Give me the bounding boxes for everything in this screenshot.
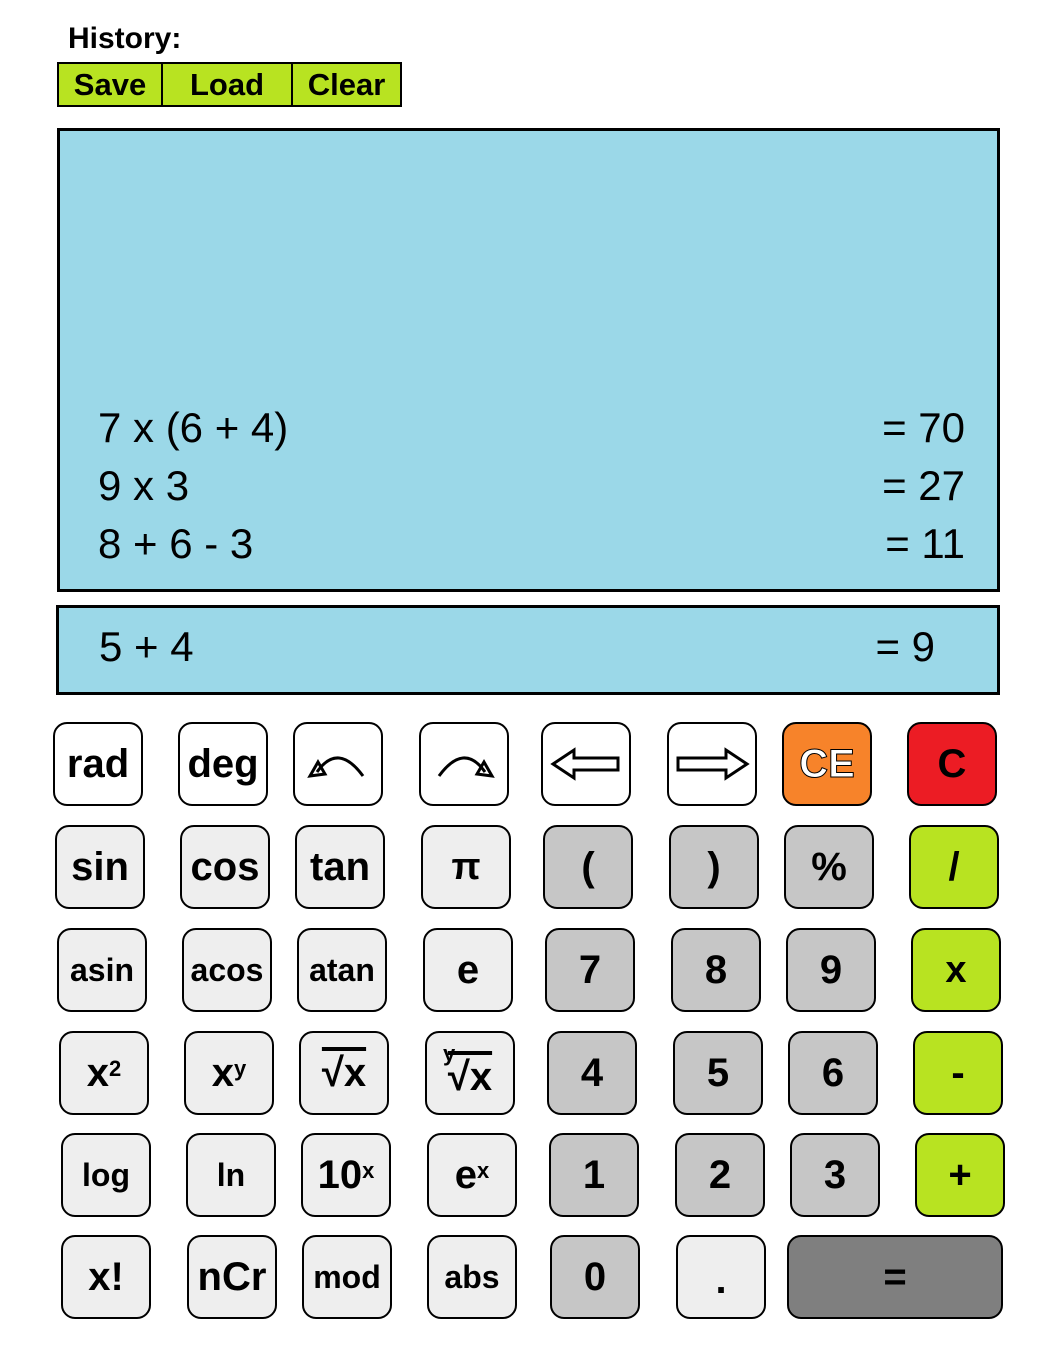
rad-button[interactable]: rad xyxy=(53,722,143,806)
e-button[interactable]: e xyxy=(423,928,513,1012)
log-button[interactable]: log xyxy=(61,1133,151,1217)
digit-5-button[interactable]: 5 xyxy=(673,1031,763,1115)
history-entry: 7 x (6 + 4) = 70 xyxy=(98,403,965,453)
current-display: 5 + 4 = 9 xyxy=(56,605,1000,695)
digit-9-button[interactable]: 9 xyxy=(786,928,876,1012)
root-index: y xyxy=(443,1041,456,1066)
redo-arrow-icon xyxy=(437,756,495,778)
digit-8-button[interactable]: 8 xyxy=(671,928,761,1012)
exp-base: e xyxy=(454,1152,477,1197)
history-display: 7 x (6 + 4) = 70 9 x 3 = 27 8 + 6 - 3 = … xyxy=(57,128,1000,592)
undo-button[interactable] xyxy=(293,722,383,806)
square-base: x xyxy=(86,1050,109,1095)
digit-0-button[interactable]: 0 xyxy=(550,1235,640,1319)
sqrt-label: √x xyxy=(321,1050,367,1095)
clear-entry-button[interactable]: CE xyxy=(782,722,872,806)
acos-button[interactable]: acos xyxy=(182,928,272,1012)
exp-button[interactable]: ex xyxy=(427,1133,517,1217)
sin-button[interactable]: sin xyxy=(55,825,145,909)
history-expression: 9 x 3 xyxy=(98,462,190,509)
history-entry: 8 + 6 - 3 = 11 xyxy=(98,519,965,569)
exp-exponent: x xyxy=(477,1157,490,1183)
history-clear-button[interactable]: Clear xyxy=(291,64,400,105)
ncr-button[interactable]: nCr xyxy=(187,1235,277,1319)
right-arrow-icon xyxy=(676,747,750,781)
power-base: x xyxy=(211,1050,234,1095)
digit-6-button[interactable]: 6 xyxy=(788,1031,878,1115)
digit-7-button[interactable]: 7 xyxy=(545,928,635,1012)
minus-button[interactable]: - xyxy=(913,1031,1003,1115)
mod-button[interactable]: mod xyxy=(302,1235,392,1319)
tan-button[interactable]: tan xyxy=(295,825,385,909)
history-expression: 8 + 6 - 3 xyxy=(98,520,254,567)
cursor-left-button[interactable] xyxy=(541,722,631,806)
current-result: = 9 xyxy=(875,623,935,670)
digit-3-button[interactable]: 3 xyxy=(790,1133,880,1217)
square-button[interactable]: x2 xyxy=(59,1031,149,1115)
clear-all-button[interactable]: C xyxy=(907,722,997,806)
open-paren-button[interactable]: ( xyxy=(543,825,633,909)
pi-button[interactable]: π xyxy=(421,825,511,909)
left-arrow-icon xyxy=(550,747,620,781)
atan-button[interactable]: atan xyxy=(297,928,387,1012)
digit-4-button[interactable]: 4 xyxy=(547,1031,637,1115)
asin-button[interactable]: asin xyxy=(57,928,147,1012)
plus-button[interactable]: + xyxy=(915,1133,1005,1217)
abs-button[interactable]: abs xyxy=(427,1235,517,1319)
history-save-button[interactable]: Save xyxy=(59,64,161,105)
square-exponent: 2 xyxy=(109,1055,122,1081)
ten-power-exponent: x xyxy=(362,1157,375,1183)
decimal-button[interactable]: . xyxy=(676,1235,766,1319)
undo-arrow-icon xyxy=(307,756,365,778)
factorial-button[interactable]: x! xyxy=(61,1235,151,1319)
history-load-button[interactable]: Load xyxy=(161,64,291,105)
multiply-button[interactable]: x xyxy=(911,928,1001,1012)
digit-2-button[interactable]: 2 xyxy=(675,1133,765,1217)
redo-button[interactable] xyxy=(419,722,509,806)
sqrt-button[interactable]: √x xyxy=(299,1031,389,1115)
digit-1-button[interactable]: 1 xyxy=(549,1133,639,1217)
cursor-right-button[interactable] xyxy=(667,722,757,806)
current-expression: 5 + 4 xyxy=(99,623,194,670)
cos-button[interactable]: cos xyxy=(180,825,270,909)
ten-power-button[interactable]: 10 x xyxy=(301,1133,391,1217)
history-label: History: xyxy=(68,22,182,55)
deg-button[interactable]: deg xyxy=(178,722,268,806)
history-entry: 9 x 3 = 27 xyxy=(98,461,965,511)
history-result: = 27 xyxy=(882,462,965,509)
history-toolbar: Save Load Clear xyxy=(57,62,402,107)
ten-power-base: 10 xyxy=(317,1152,363,1197)
history-expression: 7 x (6 + 4) xyxy=(98,404,289,451)
close-paren-button[interactable]: ) xyxy=(669,825,759,909)
percent-button[interactable]: % xyxy=(784,825,874,909)
equals-button[interactable]: = xyxy=(787,1235,1003,1319)
nth-root-button[interactable]: y √x xyxy=(425,1031,515,1115)
history-result: = 70 xyxy=(882,404,965,451)
history-result: = 11 xyxy=(885,520,965,567)
divide-button[interactable]: / xyxy=(909,825,999,909)
power-exponent: y xyxy=(234,1055,247,1081)
ln-button[interactable]: ln xyxy=(186,1133,276,1217)
power-button[interactable]: xy xyxy=(184,1031,274,1115)
